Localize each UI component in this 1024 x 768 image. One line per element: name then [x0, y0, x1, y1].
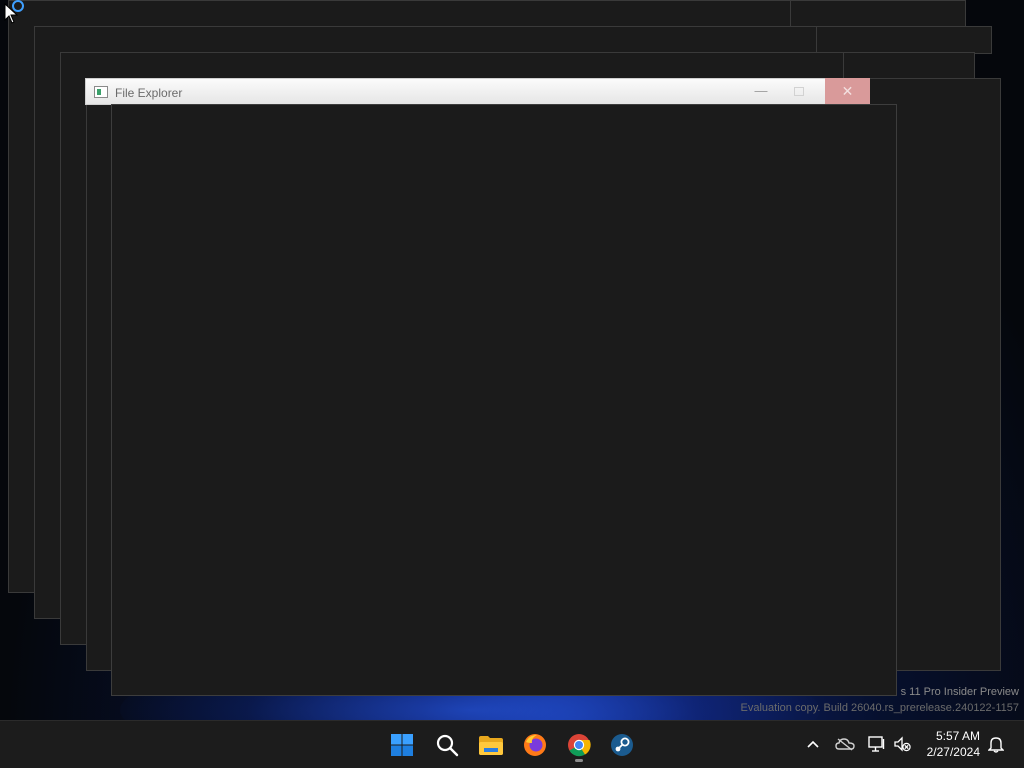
- onedrive-icon: [835, 738, 855, 751]
- steam-icon: [611, 734, 633, 756]
- steam-taskbar-button[interactable]: [604, 727, 640, 763]
- maximize-button[interactable]: [794, 87, 804, 96]
- file-explorer-app-icon: [94, 86, 108, 98]
- chrome-icon: [568, 734, 591, 757]
- windows-start-icon: [391, 734, 413, 756]
- ghost-window: [790, 0, 966, 28]
- start-button[interactable]: [384, 727, 420, 763]
- clock[interactable]: 5:57 AM 2/27/2024: [927, 728, 980, 760]
- show-hidden-icons-button[interactable]: [804, 734, 822, 754]
- clock-time: 5:57 AM: [935, 729, 980, 743]
- firefox-icon: [524, 734, 546, 756]
- minimize-button[interactable]: —: [750, 81, 772, 103]
- chrome-taskbar-button[interactable]: [561, 727, 597, 763]
- close-button[interactable]: ✕: [825, 78, 870, 105]
- file-explorer-titlebar[interactable]: File Explorer — ✕: [85, 78, 870, 105]
- file-explorer-content[interactable]: [111, 104, 897, 696]
- window-title: File Explorer: [115, 86, 183, 100]
- file-explorer-taskbar-button[interactable]: [473, 727, 509, 763]
- search-icon: [436, 734, 459, 757]
- chevron-up-icon: [807, 740, 819, 748]
- notification-bell-icon: [988, 737, 1004, 753]
- firefox-taskbar-button[interactable]: [517, 727, 553, 763]
- clock-date: 2/27/2024: [926, 745, 980, 759]
- volume-tray-button[interactable]: [892, 734, 912, 754]
- watermark-edition: s 11 Pro Insider Preview: [900, 686, 1019, 698]
- onedrive-tray-button[interactable]: [834, 734, 856, 754]
- search-button[interactable]: [429, 727, 465, 763]
- busy-spinner-icon: [12, 0, 24, 12]
- desktop: File Explorer — ✕ s 11 Pro Insider Previ…: [0, 0, 1024, 720]
- network-icon: [868, 736, 885, 752]
- watermark-build: Evaluation copy. Build 26040.rs_prerelea…: [740, 702, 1019, 714]
- ghost-window: [816, 26, 992, 54]
- ghost-window: [86, 104, 112, 671]
- volume-muted-icon: [894, 736, 911, 752]
- notification-center-button[interactable]: [986, 734, 1006, 754]
- folder-icon: [479, 736, 503, 755]
- network-tray-button[interactable]: [866, 734, 888, 754]
- chrome-running-indicator: [575, 759, 583, 762]
